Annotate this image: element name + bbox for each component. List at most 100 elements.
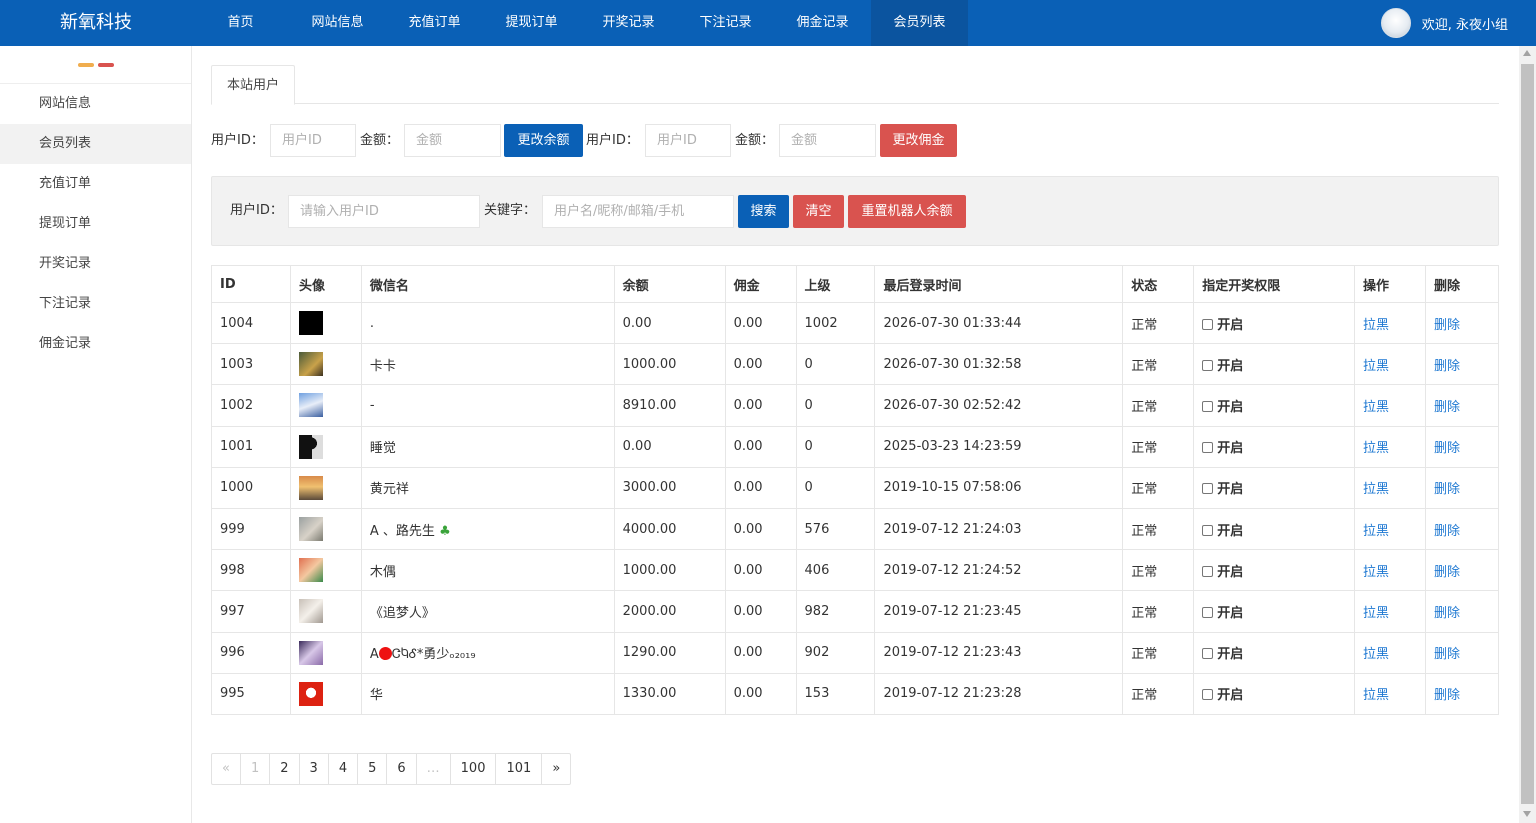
page-6-button[interactable]: 6 [387, 754, 417, 784]
nav-withdraw-orders[interactable]: 提现订单 [483, 0, 580, 46]
permission-checkbox[interactable] [1202, 359, 1214, 371]
cell-action: 拉黑 [1354, 301, 1426, 345]
permission-checkbox[interactable] [1202, 606, 1214, 618]
page-4-button[interactable]: 4 [329, 754, 359, 784]
cell-parent: 0 [795, 425, 876, 468]
delete-link[interactable]: 删除 [1434, 400, 1460, 415]
permission-label: 开启 [1217, 564, 1244, 580]
permission-label: 开启 [1217, 482, 1244, 498]
blacklist-link[interactable]: 拉黑 [1363, 688, 1389, 703]
cell-parent: 982 [795, 590, 876, 633]
page-100-button[interactable]: 100 [451, 754, 497, 784]
search-keyword-input[interactable] [542, 195, 734, 228]
permission-label: 开启 [1217, 605, 1244, 621]
blacklist-link[interactable]: 拉黑 [1363, 400, 1389, 415]
col-header-balance: 余额 [613, 265, 726, 303]
cell-balance: 3000.00 [613, 466, 726, 509]
user-avatar[interactable] [1380, 8, 1411, 38]
permission-checkbox[interactable] [1202, 483, 1214, 495]
cell-name: 木偶 [360, 549, 615, 592]
search-button[interactable]: 搜索 [738, 195, 789, 228]
page-101-button[interactable]: 101 [496, 754, 543, 784]
sidebar-toggle[interactable] [0, 46, 191, 84]
cell-permission: 开启 [1193, 466, 1356, 509]
delete-link[interactable]: 删除 [1434, 482, 1460, 497]
cell-last-login: 2026-07-30 02:52:42 [874, 384, 1124, 427]
delete-link[interactable]: 删除 [1434, 688, 1460, 703]
delete-link[interactable]: 删除 [1434, 606, 1460, 621]
sidebar-item-commission-records[interactable]: 佣金记录 [0, 324, 191, 364]
sidebar-item-bet-records[interactable]: 下注记录 [0, 284, 191, 324]
user-greeting[interactable]: 欢迎, 永夜小组 [1422, 14, 1508, 33]
permission-checkbox[interactable] [1202, 318, 1214, 330]
permission-checkbox[interactable] [1202, 565, 1214, 577]
clear-button[interactable]: 清空 [793, 195, 844, 228]
balance-amount-input[interactable] [404, 124, 501, 157]
nav-member-list[interactable]: 会员列表 [871, 0, 968, 46]
delete-link[interactable]: 删除 [1434, 647, 1460, 662]
nav-bet-records[interactable]: 下注记录 [677, 0, 774, 46]
page-next-button[interactable]: » [542, 754, 570, 784]
user-menu[interactable]: 欢迎, 永夜小组 [1380, 0, 1508, 46]
change-commission-button[interactable]: 更改佣金 [880, 124, 957, 157]
balance-uid-input[interactable] [270, 124, 356, 157]
nav-commission-records[interactable]: 佣金记录 [774, 0, 871, 46]
cell-permission: 开启 [1193, 425, 1356, 468]
permission-checkbox[interactable] [1202, 400, 1214, 412]
table-row: 1002 - 8910.00 0.00 0 2026-07-30 02:52:4… [211, 384, 1500, 427]
cell-avatar [289, 672, 362, 715]
delete-link[interactable]: 删除 [1434, 359, 1460, 374]
permission-checkbox[interactable] [1202, 648, 1214, 660]
permission-label: 开启 [1217, 523, 1244, 539]
blacklist-link[interactable]: 拉黑 [1363, 565, 1389, 580]
blacklist-link[interactable]: 拉黑 [1363, 318, 1389, 333]
nav-lottery-records[interactable]: 开奖记录 [580, 0, 677, 46]
page-3-button[interactable]: 3 [300, 754, 329, 784]
table-row: 995 华 1330.00 0.00 153 2019-07-12 21:23:… [211, 672, 1500, 715]
permission-checkbox[interactable] [1202, 524, 1214, 536]
sidebar-item-site-info[interactable]: 网站信息 [0, 84, 191, 124]
scroll-down-arrow-icon[interactable] [1523, 811, 1531, 817]
change-balance-button[interactable]: 更改余额 [504, 124, 583, 157]
cell-permission: 开启 [1193, 672, 1356, 715]
sidebar-item-withdraw-orders[interactable]: 提现订单 [0, 204, 191, 244]
sidebar-item-member-list[interactable]: 会员列表 [0, 124, 191, 164]
delete-link[interactable]: 删除 [1434, 441, 1460, 456]
commission-amount-input[interactable] [779, 124, 876, 157]
nav-recharge-orders[interactable]: 充值订单 [386, 0, 483, 46]
tab-site-users[interactable]: 本站用户 [211, 65, 295, 105]
reset-robot-balance-button[interactable]: 重置机器人余额 [848, 195, 966, 228]
sidebar-item-recharge-orders[interactable]: 充值订单 [0, 164, 191, 204]
nav-site-info[interactable]: 网站信息 [289, 0, 386, 46]
vertical-scrollbar[interactable] [1519, 46, 1536, 823]
cell-last-login: 2026-07-30 01:33:44 [874, 301, 1124, 345]
tab-bar: 本站用户 [211, 65, 1499, 105]
scrollbar-thumb[interactable] [1521, 64, 1534, 804]
user-avatar-image [298, 599, 323, 624]
sidebar-item-lottery-records[interactable]: 开奖记录 [0, 244, 191, 284]
nav-home[interactable]: 首页 [192, 0, 289, 46]
page-1-button[interactable]: 1 [241, 754, 271, 784]
scroll-up-arrow-icon[interactable] [1523, 50, 1531, 56]
delete-link[interactable]: 删除 [1434, 318, 1460, 333]
permission-label: 开启 [1217, 441, 1244, 457]
cell-avatar [289, 631, 362, 674]
blacklist-link[interactable]: 拉黑 [1363, 647, 1389, 662]
delete-link[interactable]: 删除 [1434, 565, 1460, 580]
main-nav: 首页 网站信息 充值订单 提现订单 开奖记录 下注记录 佣金记录 会员列表 [192, 0, 968, 46]
page-5-button[interactable]: 5 [358, 754, 388, 784]
permission-checkbox[interactable] [1202, 442, 1214, 454]
commission-uid-input[interactable] [645, 124, 731, 157]
page-2-button[interactable]: 2 [270, 754, 300, 784]
blacklist-link[interactable]: 拉黑 [1363, 524, 1389, 539]
blacklist-link[interactable]: 拉黑 [1363, 482, 1389, 497]
blacklist-link[interactable]: 拉黑 [1363, 359, 1389, 374]
toggle-dash-icon [98, 63, 114, 67]
delete-link[interactable]: 删除 [1434, 524, 1460, 539]
page-prev-button[interactable]: « [212, 754, 241, 784]
sidebar: 网站信息 会员列表 充值订单 提现订单 开奖记录 下注记录 佣金记录 [0, 46, 192, 823]
blacklist-link[interactable]: 拉黑 [1363, 606, 1389, 621]
permission-checkbox[interactable] [1202, 689, 1214, 701]
search-uid-input[interactable] [288, 195, 480, 228]
blacklist-link[interactable]: 拉黑 [1363, 441, 1389, 456]
